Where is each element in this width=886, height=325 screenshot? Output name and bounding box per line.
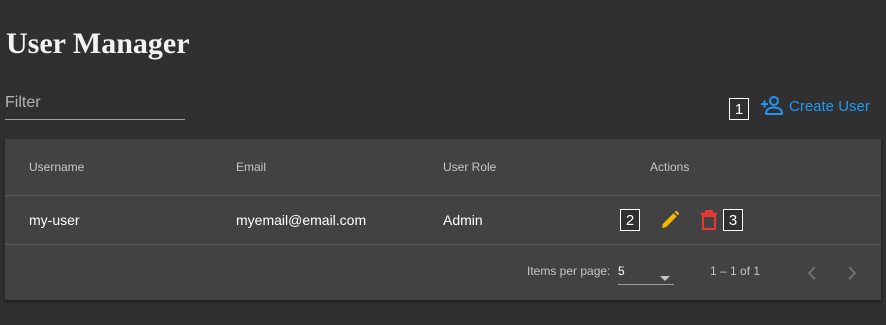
- users-table: Username Email User Role Actions my-user…: [5, 139, 881, 300]
- column-header-user-role[interactable]: User Role: [443, 139, 496, 195]
- marker-label-2: 2: [620, 209, 640, 231]
- table-header-row: Username Email User Role Actions: [5, 139, 881, 196]
- range-label: 1 – 1 of 1: [710, 264, 761, 278]
- edit-icon[interactable]: [659, 209, 681, 236]
- cell-user-role: Admin: [443, 211, 483, 228]
- next-page-icon[interactable]: [840, 261, 864, 285]
- create-user-label: Create User: [789, 97, 870, 115]
- page-size-select[interactable]: 5: [618, 259, 674, 285]
- column-header-email[interactable]: Email: [236, 139, 266, 195]
- column-header-username[interactable]: Username: [29, 139, 84, 195]
- page-title: User Manager: [6, 27, 190, 60]
- cell-email: myemail@email.com: [236, 211, 367, 228]
- cell-username: my-user: [29, 211, 80, 228]
- marker-label-1: 1: [729, 98, 749, 120]
- page-size-value: 5: [618, 264, 625, 278]
- user-manager-page: User Manager 1 Create User Username Emai…: [0, 0, 886, 325]
- dropdown-arrow-icon: [660, 268, 670, 286]
- delete-icon[interactable]: [699, 209, 719, 236]
- filter-field[interactable]: [5, 88, 185, 120]
- paginator: Items per page: 5 1 – 1 of 1: [5, 245, 881, 300]
- person-add-icon: [760, 95, 784, 117]
- filter-input[interactable]: [5, 92, 183, 114]
- create-user-button[interactable]: Create User: [760, 92, 870, 120]
- column-header-actions: Actions: [650, 160, 690, 174]
- table-row: my-user myemail@email.com Admin 2 3: [5, 195, 881, 245]
- previous-page-icon[interactable]: [800, 261, 824, 285]
- marker-label-3: 3: [723, 209, 743, 231]
- items-per-page-label: Items per page:: [527, 264, 611, 278]
